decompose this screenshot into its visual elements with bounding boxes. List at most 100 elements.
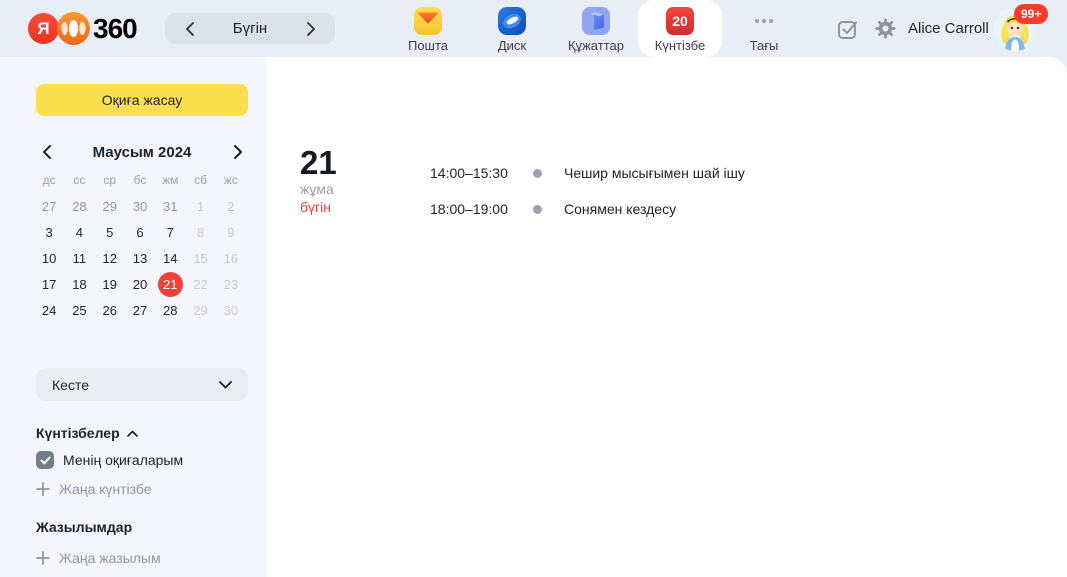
calendar-day[interactable]: 29 <box>185 297 215 323</box>
event-row[interactable]: 18:00–19:00 Сонямен кездесу <box>430 191 1050 227</box>
app-label: Күнтізбе <box>655 38 705 53</box>
calendar-day[interactable]: 13 <box>125 245 155 271</box>
app-label: Диск <box>498 38 526 53</box>
calendar-day[interactable]: 5 <box>95 219 125 245</box>
calendar-day[interactable]: 27 <box>125 297 155 323</box>
settings-gear-icon[interactable] <box>874 17 897 40</box>
calendar-day[interactable]: 11 <box>64 245 94 271</box>
logo-360-text: 360 <box>93 13 137 45</box>
documents-icon <box>582 7 610 35</box>
date-day-number: 21 <box>300 146 337 180</box>
app-label: Тағы <box>750 38 779 53</box>
view-mode-value: Кесте <box>52 377 89 393</box>
calendars-section-header[interactable]: Күнтізбелер <box>36 425 138 441</box>
create-event-button[interactable]: Оқиға жасау <box>36 84 248 116</box>
calendar-day[interactable]: 28 <box>155 297 185 323</box>
calendar-day[interactable]: 2 <box>216 193 246 219</box>
calendar-day[interactable]: 30 <box>216 297 246 323</box>
weekday-label: сб <box>185 171 215 189</box>
event-color-dot <box>533 205 542 214</box>
chevron-up-icon <box>127 430 138 437</box>
next-day-button[interactable] <box>300 18 322 40</box>
calendar-day[interactable]: 25 <box>64 297 94 323</box>
app-tab-calendar[interactable]: 20 Күнтізбе <box>638 0 722 57</box>
calendar-list-item[interactable]: Менің оқиғаларым <box>36 449 248 471</box>
add-subscription-button[interactable]: Жаңа жазылым <box>36 548 161 568</box>
calendar-day[interactable]: 27 <box>34 193 64 219</box>
calendar-day[interactable]: 3 <box>34 219 64 245</box>
subscriptions-section-header: Жазылымдар <box>36 519 132 535</box>
calendar-day[interactable]: 4 <box>64 219 94 245</box>
calendar-day[interactable]: 14 <box>155 245 185 271</box>
calendar-day[interactable]: 19 <box>95 271 125 297</box>
app-switcher: Пошта Диск Құжаттар <box>386 0 806 57</box>
mini-calendar-month-title: Маусым 2024 <box>93 144 192 161</box>
user-name[interactable]: Alice Carroll <box>908 20 989 37</box>
event-title: Сонямен кездесу <box>564 201 676 217</box>
app-tab-more[interactable]: Тағы <box>722 0 806 57</box>
mini-calendar-nav: Маусым 2024 <box>36 141 248 163</box>
calendar-day[interactable]: 9 <box>216 219 246 245</box>
calendar-day[interactable]: 24 <box>34 297 64 323</box>
calendar-day[interactable]: 29 <box>95 193 125 219</box>
add-calendar-button[interactable]: Жаңа күнтізбе <box>36 479 152 499</box>
prev-month-button[interactable] <box>36 142 56 162</box>
view-mode-select[interactable]: Кесте <box>36 368 248 401</box>
prev-day-button[interactable] <box>178 18 200 40</box>
calendar-day[interactable]: 16 <box>216 245 246 271</box>
weekday-label: жм <box>155 171 185 189</box>
weekday-label: ср <box>95 171 125 189</box>
app-label: Құжаттар <box>568 38 624 53</box>
tasks-button[interactable] <box>836 17 859 40</box>
notification-badge: 99+ <box>1014 4 1048 24</box>
app-tab-documents[interactable]: Құжаттар <box>554 0 638 57</box>
subscriptions-section-title: Жазылымдар <box>36 519 132 535</box>
event-title: Чешир мысығымен шай ішу <box>564 165 745 181</box>
next-month-button[interactable] <box>228 142 248 162</box>
calendar-day[interactable]: 1 <box>185 193 215 219</box>
calendar-icon-date: 20 <box>672 13 688 29</box>
calendar-day[interactable]: 18 <box>64 271 94 297</box>
chevron-down-icon <box>219 381 232 389</box>
mail-icon <box>414 7 442 35</box>
weekday-label: дс <box>34 171 64 189</box>
event-color-dot <box>533 169 542 178</box>
calendar-day[interactable]: 30 <box>125 193 155 219</box>
calendar-day[interactable]: 7 <box>155 219 185 245</box>
event-row[interactable]: 14:00–15:30 Чешир мысығымен шай ішу <box>430 155 1050 191</box>
360-logo-icon <box>57 12 90 45</box>
app-tab-disk[interactable]: Диск <box>470 0 554 57</box>
calendar-day[interactable]: 8 <box>185 219 215 245</box>
more-icon <box>750 7 778 35</box>
yandex-logo-icon: Я <box>28 13 59 44</box>
calendar-name: Менің оқиғаларым <box>63 452 183 468</box>
calendar-day[interactable]: 12 <box>95 245 125 271</box>
calendar-day[interactable]: 23 <box>216 271 246 297</box>
calendar-day[interactable]: 28 <box>64 193 94 219</box>
weekday-row: дссссрбсжмсбжс <box>34 171 246 189</box>
calendar-day[interactable]: 6 <box>125 219 155 245</box>
calendar-day[interactable]: 26 <box>95 297 125 323</box>
weekday-label: бс <box>125 171 155 189</box>
yandex-360-logo[interactable]: Я 360 <box>28 12 137 45</box>
today-button[interactable]: Бүгін <box>233 20 267 37</box>
add-subscription-label: Жаңа жазылым <box>59 550 161 566</box>
plus-icon <box>36 482 50 496</box>
calendar-day[interactable]: 20 <box>125 271 155 297</box>
app-label: Пошта <box>408 38 448 53</box>
date-navigation: Бүгін <box>165 13 335 44</box>
calendar-day[interactable]: 31 <box>155 193 185 219</box>
weekday-label: сс <box>64 171 94 189</box>
calendars-section-title: Күнтізбелер <box>36 425 120 441</box>
event-time: 14:00–15:30 <box>430 165 533 181</box>
calendar-day[interactable]: 15 <box>185 245 215 271</box>
calendar-day[interactable]: 17 <box>34 271 64 297</box>
event-time: 18:00–19:00 <box>430 201 533 217</box>
sidebar: Оқиға жасау Маусым 2024 дссссрбсжмсбжс 2… <box>0 57 267 577</box>
calendar-checkbox[interactable] <box>36 451 54 469</box>
app-tab-mail[interactable]: Пошта <box>386 0 470 57</box>
calendar-day[interactable]: 10 <box>34 245 64 271</box>
calendar-day[interactable]: 22 <box>185 271 215 297</box>
calendar-day-selected[interactable]: 21 <box>155 271 185 297</box>
event-list: 14:00–15:30 Чешир мысығымен шай ішу 18:00–… <box>430 155 1050 227</box>
